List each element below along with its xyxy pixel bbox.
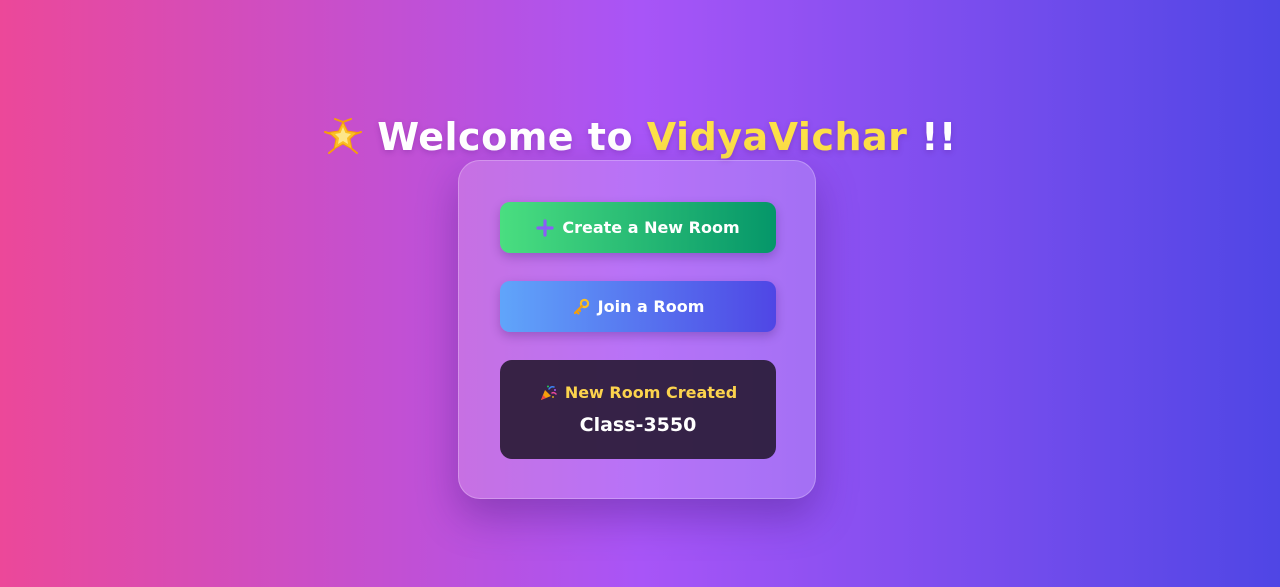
room-created-label: New Room Created (564, 383, 738, 402)
room-card: Create a New Room Join a Room New Room C… (458, 160, 816, 499)
room-created-heading: New Room Created (500, 383, 776, 402)
party-popper-icon (540, 385, 557, 400)
room-code: Class-3550 (579, 414, 697, 436)
brand-name: VidyaVichar (646, 115, 908, 160)
create-room-label: Create a New Room (562, 218, 740, 237)
create-room-button[interactable]: Create a New Room (500, 202, 776, 253)
title-prefix: Welcome to (377, 115, 647, 160)
join-room-button[interactable]: Join a Room (500, 281, 776, 332)
title-suffix: !! (907, 115, 957, 160)
page-title: Welcome to VidyaVichar !! (0, 111, 1280, 163)
join-room-label: Join a Room (597, 297, 705, 316)
room-created-panel: New Room Created Class-3550 (500, 360, 776, 459)
key-icon (573, 298, 589, 315)
glowing-star-icon (324, 118, 363, 155)
plus-icon (536, 218, 554, 237)
